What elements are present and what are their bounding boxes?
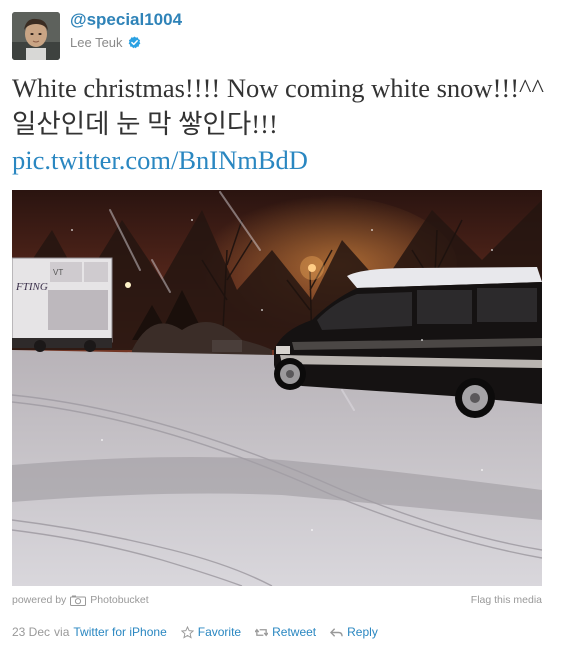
- user-handle-link[interactable]: @special1004: [70, 10, 182, 30]
- retweet-label[interactable]: Retweet: [272, 625, 316, 639]
- reply-arrow-icon: [330, 627, 343, 637]
- truck-text-2: VT: [53, 268, 63, 277]
- avatar-photo: [12, 12, 60, 60]
- truck: FTING VT: [12, 257, 113, 352]
- powered-by[interactable]: powered by Photobucket: [12, 594, 149, 606]
- verified-badge-icon: [128, 35, 140, 48]
- tweet-footer: 23 Dec via Twitter for iPhone Favorite R…: [12, 624, 378, 640]
- display-name: Lee Teuk: [70, 34, 123, 50]
- powered-by-label: powered by: [12, 594, 67, 606]
- tweet-card: @special1004 Lee Teuk White christmas!!!…: [0, 0, 580, 647]
- retweet-icon: [255, 628, 269, 636]
- tweet-text: White christmas!!!! Now coming white sno…: [12, 73, 544, 139]
- reply-action[interactable]: Reply: [330, 625, 378, 639]
- tweet-date[interactable]: 23 Dec: [12, 625, 50, 639]
- reply-label[interactable]: Reply: [347, 625, 378, 639]
- favorite-label[interactable]: Favorite: [198, 625, 241, 639]
- retweet-action[interactable]: Retweet: [255, 625, 316, 639]
- tweet-photo[interactable]: FTING VT: [12, 190, 542, 586]
- media-attribution-row: powered by Photobucket Flag this media: [12, 594, 542, 608]
- camera-icon: [70, 595, 87, 606]
- star-icon: [180, 625, 194, 639]
- tweet-media-link[interactable]: pic.twitter.com/BnINmBdD: [12, 142, 308, 178]
- via-label: via: [54, 625, 70, 639]
- name-row: Lee Teuk: [70, 33, 141, 51]
- flag-media-link[interactable]: Flag this media: [471, 594, 542, 606]
- truck-text-1: FTING: [15, 281, 48, 293]
- snow-street-photo: FTING VT: [12, 190, 542, 586]
- favorite-action[interactable]: Favorite: [180, 625, 241, 639]
- source-link[interactable]: Twitter for iPhone: [73, 625, 166, 639]
- photobucket-label: Photobucket: [90, 594, 149, 606]
- avatar[interactable]: [12, 12, 60, 60]
